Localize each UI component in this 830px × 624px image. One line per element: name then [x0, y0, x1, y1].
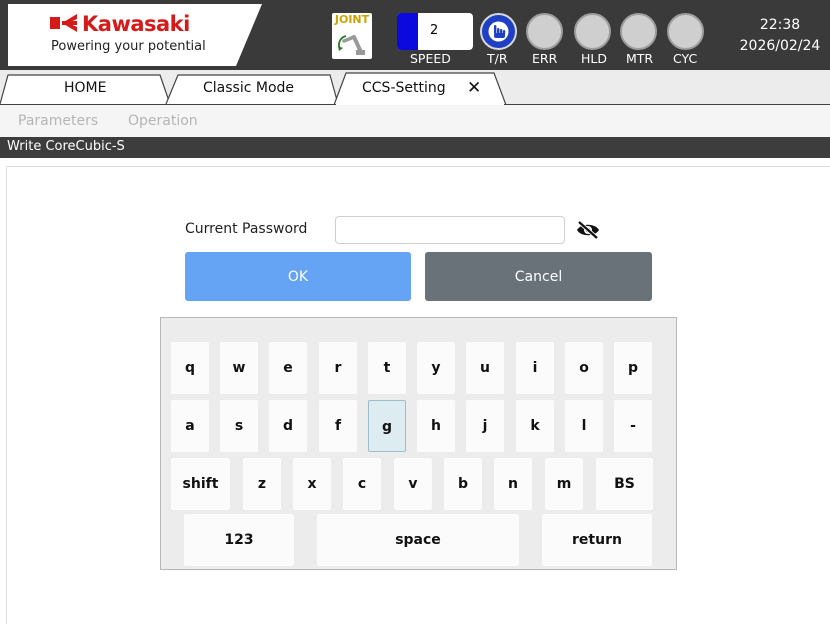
key-v[interactable]: v — [394, 458, 432, 510]
key-space[interactable]: space — [317, 514, 519, 566]
hold-lamp — [574, 13, 611, 50]
key-123[interactable]: 123 — [184, 514, 294, 566]
ok-button[interactable]: OK — [185, 252, 411, 301]
speed-value: 2 — [430, 23, 439, 38]
speed-level-bar — [397, 13, 418, 50]
mtr-label: MTR — [626, 51, 654, 66]
section-title: Write CoreCubic-S — [7, 139, 125, 154]
tab-ccs-setting-label[interactable]: CCS-Setting — [362, 80, 446, 96]
joint-mode-label: JOINT — [334, 13, 370, 26]
key-o[interactable]: o — [565, 342, 603, 394]
key-d[interactable]: d — [269, 400, 307, 452]
key-p[interactable]: p — [614, 342, 652, 394]
err-label: ERR — [532, 51, 558, 66]
key-c[interactable]: c — [343, 458, 381, 510]
motor-lamp — [620, 13, 657, 50]
key-hyphen[interactable]: - — [614, 400, 652, 452]
hld-label: HLD — [581, 51, 607, 66]
key-y[interactable]: y — [417, 342, 455, 394]
teach-repeat-lamp[interactable] — [480, 13, 517, 50]
key-r[interactable]: r — [319, 342, 357, 394]
key-s[interactable]: s — [220, 400, 258, 452]
robot-arm-icon — [338, 35, 365, 55]
hand-icon — [488, 21, 509, 42]
key-q[interactable]: q — [171, 342, 209, 394]
menu-bar — [0, 105, 830, 137]
key-e[interactable]: e — [269, 342, 307, 394]
menu-item-parameters[interactable]: Parameters — [18, 113, 98, 129]
menu-item-operation[interactable]: Operation — [128, 113, 198, 129]
current-password-label: Current Password — [185, 221, 308, 237]
key-m[interactable]: m — [545, 458, 583, 510]
key-h[interactable]: h — [417, 400, 455, 452]
speed-indicator[interactable]: 2 — [397, 13, 473, 50]
clock-date: 2026/02/24 — [739, 38, 821, 54]
tr-label: T/R — [487, 51, 508, 66]
key-g[interactable]: g — [368, 400, 406, 452]
show-password-eye-icon[interactable] — [576, 220, 600, 240]
key-a[interactable]: a — [171, 400, 209, 452]
key-l[interactable]: l — [565, 400, 603, 452]
current-password-input[interactable] — [335, 216, 565, 244]
close-tab-icon[interactable]: ✕ — [467, 78, 481, 98]
key-w[interactable]: w — [220, 342, 258, 394]
key-b[interactable]: b — [444, 458, 482, 510]
key-z[interactable]: z — [243, 458, 281, 510]
cycle-lamp — [667, 13, 704, 50]
kawasaki-logo-icon — [50, 14, 77, 32]
cancel-button[interactable]: Cancel — [425, 252, 652, 301]
tab-classic-mode-label[interactable]: Classic Mode — [203, 80, 294, 96]
key-j[interactable]: j — [466, 400, 504, 452]
key-i[interactable]: i — [516, 342, 554, 394]
joint-mode-indicator[interactable]: JOINT — [332, 13, 372, 59]
key-return[interactable]: return — [542, 514, 652, 566]
speed-label: SPEED — [410, 51, 451, 66]
key-t[interactable]: t — [368, 342, 406, 394]
key-shift[interactable]: shift — [171, 458, 230, 510]
tab-home-label[interactable]: HOME — [64, 80, 106, 96]
key-n[interactable]: n — [494, 458, 532, 510]
cyc-label: CYC — [673, 51, 698, 66]
status-header: Kawasaki Powering your potential JOINT 2… — [0, 0, 830, 70]
brand-name: Kawasaki — [82, 12, 190, 36]
key-u[interactable]: u — [466, 342, 504, 394]
key-k[interactable]: k — [516, 400, 554, 452]
on-screen-keyboard: q w e r t y u i o p a s d f g h j k l - … — [160, 317, 677, 570]
brand-tagline: Powering your potential — [51, 39, 206, 54]
clock-time: 22:38 — [759, 17, 801, 33]
key-backspace[interactable]: BS — [596, 458, 653, 510]
key-f[interactable]: f — [319, 400, 357, 452]
key-x[interactable]: x — [293, 458, 331, 510]
error-lamp — [526, 13, 563, 50]
